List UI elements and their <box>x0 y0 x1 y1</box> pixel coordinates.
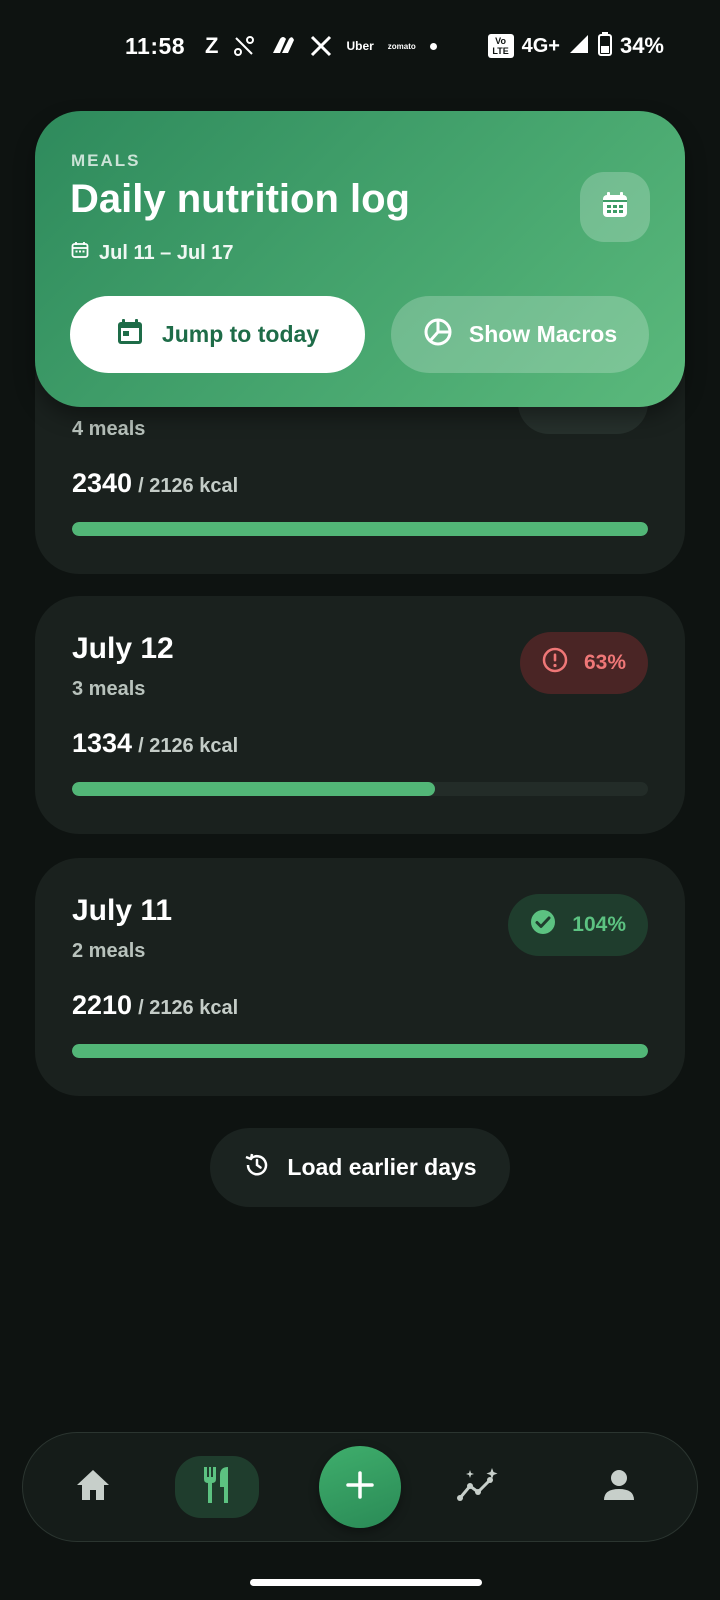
battery-icon <box>597 31 612 61</box>
kcal-progress-fill <box>72 522 648 536</box>
kcal-progress-fill <box>72 782 435 796</box>
kcal-progress-bar <box>72 522 648 536</box>
home-icon <box>74 1467 112 1508</box>
day-kcal: 2210 / 2126 kcal <box>72 990 238 1021</box>
status-time: 11:58 <box>125 32 186 59</box>
nav-insights[interactable] <box>433 1433 523 1541</box>
day-kcal: 2340 / 2126 kcal <box>72 468 238 499</box>
calendar-today-icon <box>116 318 144 352</box>
network-type: 4G+ <box>521 34 560 57</box>
nav-meals[interactable] <box>167 1433 267 1541</box>
day-percent: 63% <box>583 651 626 674</box>
more-notifications-dot <box>429 42 437 50</box>
status-bar: 11:58 Z Uber zomato Vo LTE 4G+ 34% <box>0 28 720 64</box>
uber-icon: Uber <box>346 39 374 53</box>
show-macros-label: Show Macros <box>468 321 618 347</box>
load-earlier-button[interactable]: Load earlier days <box>210 1128 510 1207</box>
zepto-icon: Z <box>205 33 219 58</box>
kcal-progress-bar <box>72 1044 648 1058</box>
battery-percent: 34% <box>619 33 664 58</box>
kcal-consumed: 1334 <box>72 728 133 758</box>
macros-chart-icon <box>423 317 453 353</box>
system-icons: Vo LTE 4G+ 34% <box>487 31 664 61</box>
header-card: MEALS Daily nutrition log Jul 11 – Jul 1… <box>35 111 685 407</box>
day-percent: 104% <box>572 913 626 936</box>
day-title: July 11 <box>72 894 173 927</box>
history-icon <box>243 1151 271 1185</box>
section-eyebrow: MEALS <box>71 151 141 170</box>
day-meals-count: 2 meals <box>72 940 146 962</box>
day-status-badge: 63% <box>519 632 648 694</box>
notification-icons: Z Uber zomato <box>205 33 437 59</box>
load-earlier-label: Load earlier days <box>287 1154 477 1180</box>
alert-circle-icon <box>542 647 568 679</box>
day-meals-count: 3 meals <box>72 678 146 700</box>
calendar-small-icon <box>71 241 89 265</box>
nav-home[interactable] <box>53 1433 133 1541</box>
calendar-button[interactable] <box>580 172 650 242</box>
volte-icon: Vo LTE <box>487 34 514 58</box>
day-card[interactable]: July 12 3 meals 63% 1334 / 2126 kcal <box>35 596 685 834</box>
x-icon <box>310 35 332 57</box>
kcal-target: / 2126 kcal <box>138 475 239 497</box>
jump-to-today-label: Jump to today <box>161 321 320 347</box>
day-card[interactable]: July 11 2 meals 104% 2210 / 2126 kcal <box>35 858 685 1096</box>
plus-icon <box>345 1470 375 1505</box>
profile-icon <box>601 1467 637 1508</box>
insights-icon <box>456 1466 500 1509</box>
nav-meals-active-bg <box>175 1456 259 1518</box>
day-title: July 12 <box>72 632 174 665</box>
app-swirl-icon <box>270 35 296 57</box>
kcal-target: / 2126 kcal <box>138 735 239 757</box>
restaurant-icon <box>198 1465 236 1510</box>
kcal-consumed: 2340 <box>72 468 133 498</box>
bottom-nav <box>22 1432 698 1542</box>
kcal-progress-bar <box>72 782 648 796</box>
jump-to-today-button[interactable]: Jump to today <box>70 296 365 373</box>
add-meal-button[interactable] <box>319 1446 401 1528</box>
nav-profile[interactable] <box>579 1433 659 1541</box>
page-title: Daily nutrition log <box>70 177 410 221</box>
check-circle-icon <box>530 909 556 941</box>
home-indicator[interactable] <box>250 1579 482 1586</box>
day-meals-count: 4 meals <box>72 418 146 440</box>
day-kcal: 1334 / 2126 kcal <box>72 728 238 759</box>
show-macros-button[interactable]: Show Macros <box>391 296 649 373</box>
date-range-text: Jul 11 – Jul 17 <box>99 241 234 264</box>
day-status-badge: 104% <box>508 894 648 956</box>
signal-icon <box>568 33 590 60</box>
kcal-target: / 2126 kcal <box>138 997 239 1019</box>
kcal-consumed: 2210 <box>72 990 133 1020</box>
scissors-icon <box>232 34 256 58</box>
calendar-icon <box>600 190 630 225</box>
date-range: Jul 11 – Jul 17 <box>71 241 234 265</box>
kcal-progress-fill <box>72 1044 648 1058</box>
zomato-icon: zomato <box>387 41 416 51</box>
